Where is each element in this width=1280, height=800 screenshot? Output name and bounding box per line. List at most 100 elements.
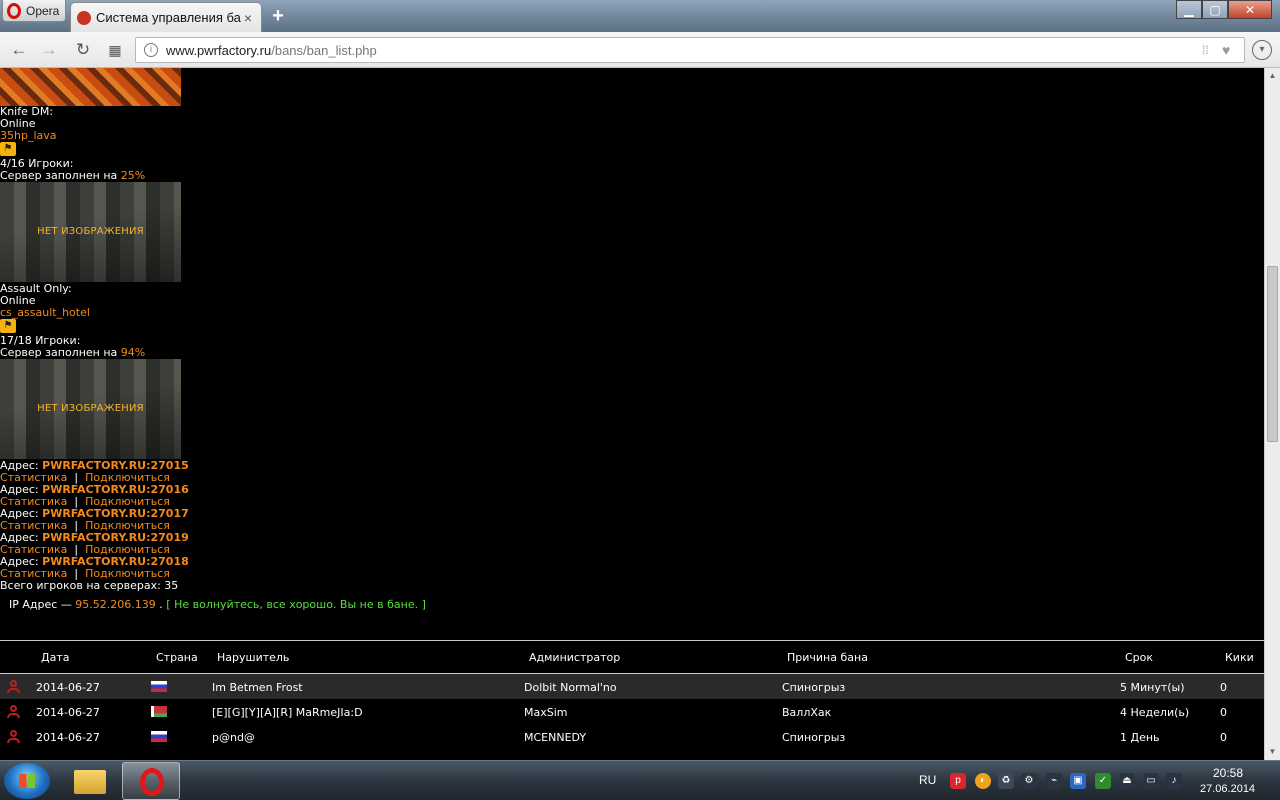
table-row[interactable]: 2014-06-27 [E][G][Y][A][R] MaRmeJIa:D Ma… [0, 699, 1264, 724]
url-domain: www.pwrfactory.ru [166, 42, 272, 58]
browser-tab-strip: Opera Система управления бан × + ▁ ▢ ✕ [0, 0, 1280, 32]
row-kicks: 0 [1220, 731, 1227, 744]
server-map-link[interactable]: cs_assault_hotel [0, 307, 90, 319]
bookmark-heart-icon[interactable]: ♥ [1222, 42, 1238, 58]
table-row[interactable]: 2014-06-27 Im Betmen Frost Dolbit Normal… [0, 674, 1264, 699]
table-row[interactable]: 2014-06-27 p@nd@ MCENNEDY Спиногрыз 1 Де… [0, 724, 1264, 749]
ip-dot: . [155, 598, 167, 611]
row-date: 2014-06-27 [36, 731, 100, 744]
network-icon[interactable]: ▭ [1143, 773, 1159, 789]
row-admin: Dolbit Normal'no [524, 681, 617, 694]
row-offender: Im Betmen Frost [212, 681, 303, 694]
server-fill-percent: 25% [120, 169, 146, 182]
col-offender[interactable]: Нарушитель [217, 651, 289, 664]
opera-menu-button[interactable]: Opera [2, 0, 66, 22]
site-info-icon[interactable]: i [144, 43, 158, 57]
site-favicon-icon [77, 10, 91, 25]
server-fill-line: Сервер заполнен на 94% [0, 347, 145, 359]
scroll-up-arrow-icon[interactable]: ▲ [1265, 68, 1280, 84]
window-close-button[interactable]: ✕ [1228, 0, 1272, 19]
tab-ban-list[interactable]: Система управления бан × [70, 2, 262, 32]
row-term: 1 День [1120, 731, 1160, 744]
col-kicks[interactable]: Кики [1225, 651, 1254, 664]
safely-remove-icon[interactable]: ⏏ [1119, 773, 1135, 789]
no-image-label: НЕТ ИЗОБРАЖЕНИЯ [37, 226, 144, 237]
map-preview-image [0, 68, 181, 106]
speed-dial-grid-icon[interactable]: ▦ [104, 39, 126, 61]
forward-arrow-icon[interactable]: → [38, 39, 60, 61]
row-reason: Спиногрыз [782, 681, 846, 694]
back-arrow-icon[interactable]: ← [8, 39, 30, 61]
clock-date[interactable]: 27.06.2014 [1200, 783, 1255, 795]
reload-icon[interactable]: ↻ [72, 39, 94, 61]
start-button[interactable] [4, 763, 50, 799]
tray-app-icon[interactable]: ▣ [1070, 773, 1086, 789]
col-term[interactable]: Срок [1125, 651, 1153, 664]
banned-user-icon [6, 730, 20, 744]
taskbar-explorer-button[interactable] [60, 762, 118, 800]
scrollbar-thumb[interactable] [1267, 266, 1278, 442]
row-offender: [E][G][Y][A][R] MaRmeJIa:D [212, 706, 363, 719]
window-maximize-button[interactable]: ▢ [1202, 0, 1228, 19]
ban-list-table: Дата Страна Нарушитель Администратор При… [0, 640, 1264, 749]
row-term: 5 Минут(ы) [1120, 681, 1185, 694]
flag-russia-icon [151, 731, 167, 742]
row-admin: MaxSim [524, 706, 568, 719]
tray-app-icon[interactable]: р [950, 773, 966, 789]
clock-time[interactable]: 20:58 [1213, 766, 1243, 780]
tray-app-icon[interactable]: ⌁ [1046, 773, 1062, 789]
windows-taskbar: RU р ◐ ♻ ⚙ ⌁ ▣ ✓ ⏏ ▭ ♪ 20:58 27.06.2014 [0, 760, 1280, 800]
tab-title: Система управления бан [96, 10, 241, 25]
server-fill-percent: 94% [120, 346, 146, 359]
flag-russia-icon [151, 681, 167, 692]
ban-status-message: [ Не волнуйтесь, все хорошо. Вы не в бан… [166, 598, 426, 611]
banned-user-icon [6, 705, 20, 719]
col-admin[interactable]: Администратор [529, 651, 620, 664]
tray-app-icon[interactable]: ◐ [975, 773, 991, 789]
page-scrollbar[interactable]: ▲ ▼ [1264, 68, 1280, 760]
opera-logo-icon [140, 768, 164, 796]
steam-icon[interactable]: ⚙ [1021, 773, 1037, 789]
col-country[interactable]: Страна [156, 651, 198, 664]
col-reason[interactable]: Причина бана [787, 651, 868, 664]
row-admin: MCENNEDY [524, 731, 587, 744]
security-shield-icon[interactable]: ✓ [1095, 773, 1111, 789]
row-date: 2014-06-27 [36, 706, 100, 719]
row-offender: p@nd@ [212, 731, 255, 744]
game-cs-icon: ⚑ [0, 142, 16, 156]
taskbar-opera-button[interactable] [122, 762, 180, 800]
language-indicator[interactable]: RU [919, 773, 936, 787]
windows-logo-icon [19, 774, 35, 788]
ip-value: 95.52.206.139 [75, 598, 156, 611]
row-term: 4 Недели(ь) [1120, 706, 1190, 719]
address-bar[interactable]: i www.pwrfactory.ru/bans/ban_list.php ⁞⁞… [135, 37, 1245, 63]
banned-user-icon [6, 680, 20, 694]
row-kicks: 0 [1220, 681, 1227, 694]
scroll-down-arrow-icon[interactable]: ▼ [1265, 744, 1280, 760]
volume-icon[interactable]: ♪ [1166, 773, 1182, 789]
map-preview-image: НЕТ ИЗОБРАЖЕНИЯ [0, 359, 181, 459]
server-fill-label: Сервер заполнен на [0, 346, 121, 359]
total-players: Всего игроков на серверах: 35 [0, 579, 179, 592]
server-fill-line: Сервер заполнен на 25% [0, 170, 145, 182]
row-reason: ВаллХак [782, 706, 832, 719]
opera-logo-icon [7, 2, 21, 19]
game-cs-icon: ⚑ [0, 319, 16, 333]
browser-toolbar: ← → ↻ ▦ i www.pwrfactory.ru/bans/ban_lis… [0, 32, 1280, 68]
no-image-label: НЕТ ИЗОБРАЖЕНИЯ [37, 403, 144, 414]
server-map-link[interactable]: 35hp_lava [0, 130, 57, 142]
opera-menu-label: Opera [26, 3, 60, 18]
url-path: /bans/ban_list.php [271, 42, 377, 58]
window-minimize-button[interactable]: ▁ [1176, 0, 1202, 19]
tab-close-icon[interactable]: × [241, 10, 255, 26]
tray-app-icon[interactable]: ♻ [998, 773, 1014, 789]
download-menu-icon[interactable]: ▾ [1252, 40, 1272, 60]
new-tab-button[interactable]: + [268, 6, 288, 26]
ip-status-line: IP Адрес — 95.52.206.139 . [ Не волнуйте… [9, 599, 426, 611]
row-kicks: 0 [1220, 706, 1227, 719]
folder-icon [74, 770, 106, 794]
stash-grid-icon[interactable]: ⁞⁞ [1202, 43, 1218, 57]
flag-belarus-icon [151, 706, 167, 717]
col-date[interactable]: Дата [41, 651, 69, 664]
address-url[interactable]: www.pwrfactory.ru/bans/ban_list.php [166, 43, 1202, 58]
